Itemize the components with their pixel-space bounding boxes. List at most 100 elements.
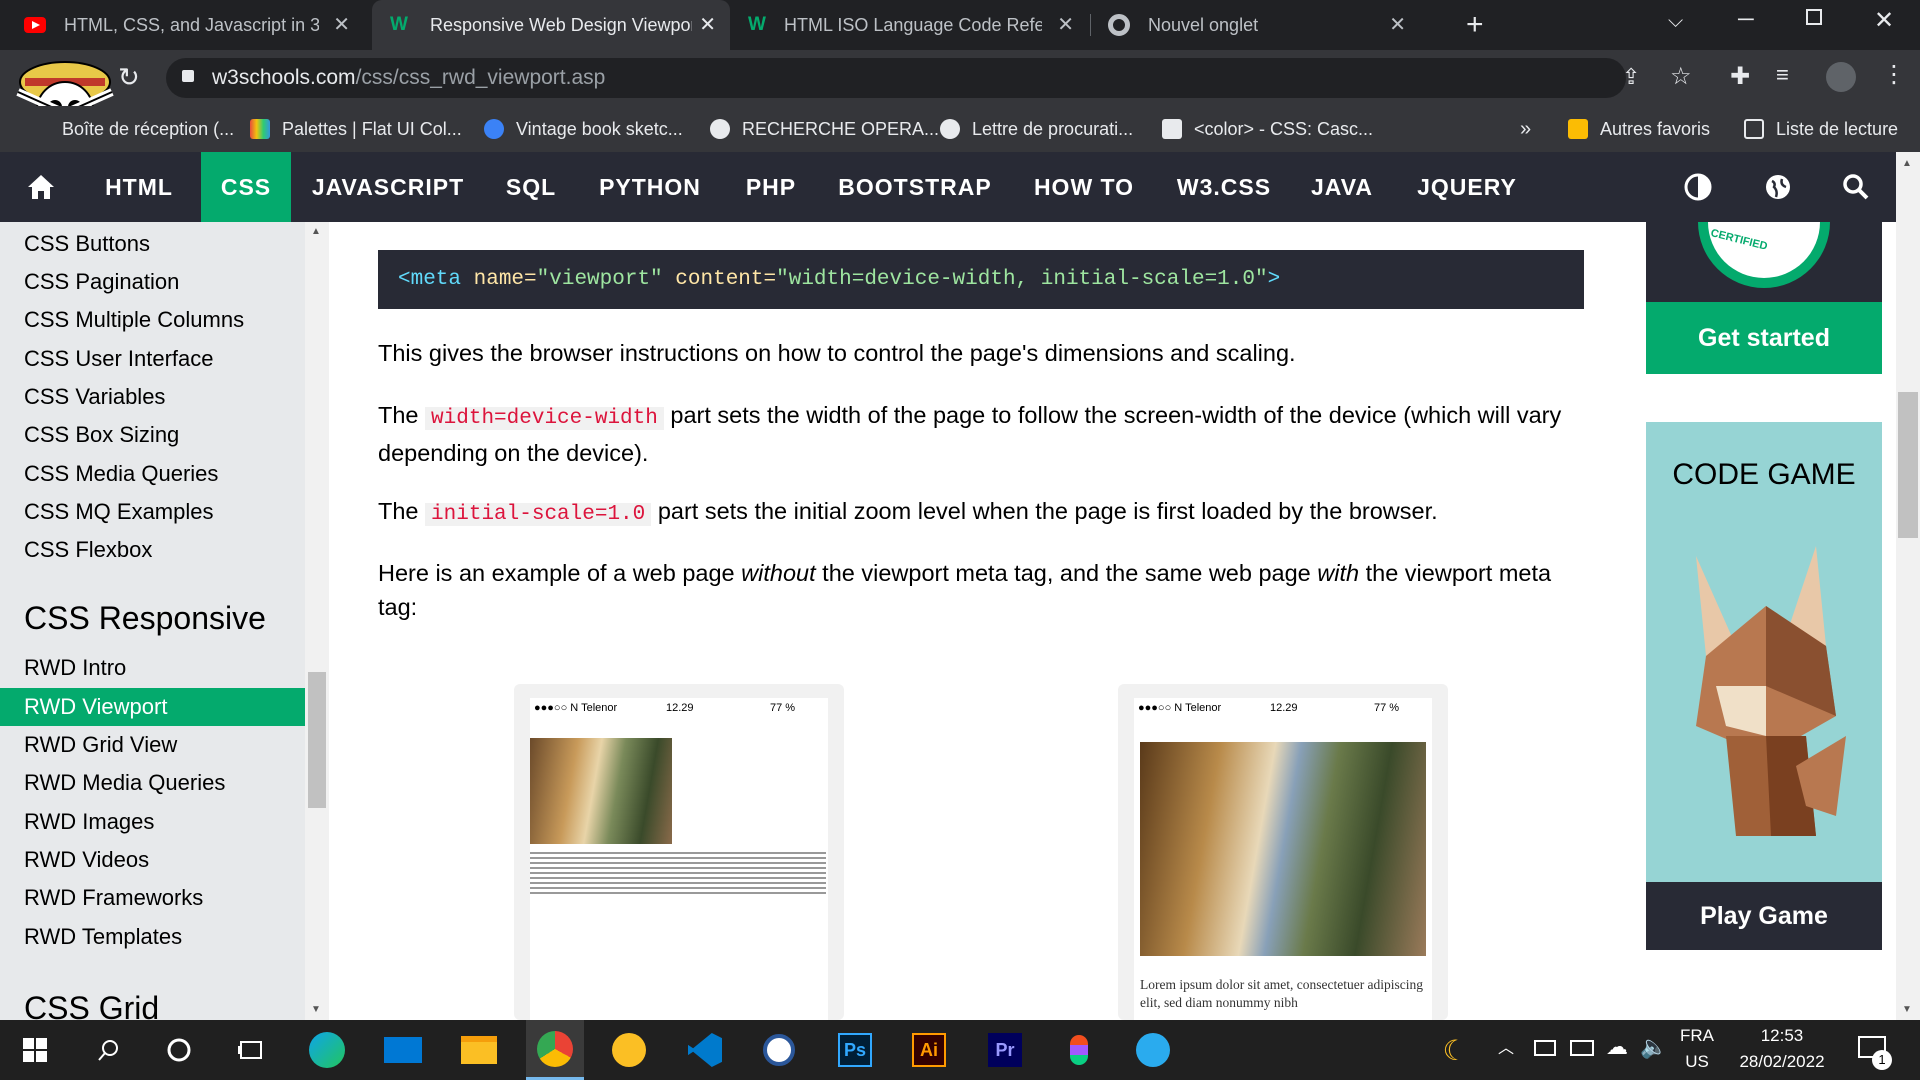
minimize-button[interactable]: ─ xyxy=(1738,6,1754,32)
night-light-icon[interactable]: ☾ xyxy=(1426,1020,1484,1080)
sidebar-item-rwd-videos[interactable]: RWD Videos xyxy=(0,841,305,879)
sidebar-scrollbar-thumb[interactable] xyxy=(308,672,326,808)
display-icon[interactable] xyxy=(1570,1040,1594,1056)
close-icon[interactable]: ✕ xyxy=(333,12,350,37)
nav-css[interactable]: CSS xyxy=(201,152,291,222)
media-control-icon[interactable]: ≡ xyxy=(1776,62,1789,88)
page-scrollbar-thumb[interactable] xyxy=(1898,392,1918,538)
tab-iso-codes[interactable]: W HTML ISO Language Code Refere ✕ xyxy=(740,0,1088,50)
tab-new[interactable]: Nouvel onglet ✕ xyxy=(1100,0,1420,50)
theme-toggle-icon[interactable] xyxy=(1672,152,1724,222)
network-icon[interactable]: ☁ xyxy=(1606,1034,1628,1060)
nav-python[interactable]: PYTHON xyxy=(586,152,714,222)
sidebar-item-css-box-sizing[interactable]: CSS Box Sizing xyxy=(0,416,305,454)
bookmark-gmail[interactable]: Boîte de réception (... xyxy=(62,106,234,152)
cortana-icon[interactable] xyxy=(150,1020,208,1080)
sidebar-item-css-buttons[interactable]: CSS Buttons xyxy=(0,225,305,263)
bookmark-vintage[interactable]: Vintage book sketc... xyxy=(484,106,683,152)
nav-bootstrap[interactable]: BOOTSTRAP xyxy=(828,152,1002,222)
bookmark-mdn-color[interactable]: <color> - CSS: Casc... xyxy=(1162,106,1373,152)
reading-list-button[interactable]: Liste de lecture xyxy=(1744,106,1898,152)
scroll-up-arrow-icon[interactable]: ▲ xyxy=(1902,158,1912,169)
scroll-down-arrow-icon[interactable]: ▼ xyxy=(1902,1004,1912,1015)
sidebar-item-css-user-interface[interactable]: CSS User Interface xyxy=(0,340,305,378)
sidebar-item-rwd-images[interactable]: RWD Images xyxy=(0,803,305,841)
profile-avatar[interactable] xyxy=(1826,62,1856,92)
file-explorer-icon[interactable] xyxy=(450,1020,508,1080)
tab-w3schools-viewport[interactable]: W Responsive Web Design Viewpor ✕ xyxy=(372,0,730,50)
illustrator-icon[interactable]: Ai xyxy=(900,1020,958,1080)
nav-sql[interactable]: SQL xyxy=(490,152,572,222)
sidebar-item-css-variables[interactable]: CSS Variables xyxy=(0,378,305,416)
norton-icon[interactable] xyxy=(600,1020,658,1080)
mail-icon[interactable] xyxy=(374,1020,432,1080)
bookmark-lettre[interactable]: Lettre de procurati... xyxy=(940,106,1133,152)
vscode-icon[interactable] xyxy=(676,1020,734,1080)
nav-howto[interactable]: HOW TO xyxy=(1022,152,1146,222)
extensions-icon[interactable]: ✚ xyxy=(1730,62,1750,91)
battery-icon[interactable] xyxy=(1534,1040,1556,1056)
bookmarks-overflow-button[interactable]: » xyxy=(1520,106,1531,152)
window-close-button[interactable]: ✕ xyxy=(1874,6,1894,35)
close-icon[interactable]: ✕ xyxy=(1057,12,1074,37)
other-bookmarks-folder[interactable]: Autres favoris xyxy=(1568,106,1710,152)
nav-w3css[interactable]: W3.CSS xyxy=(1166,152,1282,222)
sidebar-item-rwd-grid-view[interactable]: RWD Grid View xyxy=(0,726,305,764)
photoshop-icon[interactable]: Ps xyxy=(826,1020,884,1080)
chrome-taskbar-icon[interactable] xyxy=(526,1020,584,1080)
share-icon[interactable]: ⇪ xyxy=(1622,64,1640,90)
nav-jquery[interactable]: JQUERY xyxy=(1402,152,1532,222)
search-icon[interactable] xyxy=(80,1020,138,1080)
sidebar-item-rwd-templates[interactable]: RWD Templates xyxy=(0,918,305,956)
telegram-icon[interactable] xyxy=(1124,1020,1182,1080)
sidebar-scrollbar[interactable] xyxy=(305,222,329,1020)
sidebar-item-css-mq-examples[interactable]: CSS MQ Examples xyxy=(0,493,305,531)
scroll-down-arrow-icon[interactable]: ▼ xyxy=(311,1004,321,1015)
sidebar-item-css-pagination[interactable]: CSS Pagination xyxy=(0,263,305,301)
new-tab-button[interactable]: + xyxy=(1466,8,1484,42)
bookmark-label: RECHERCHE OPERA... xyxy=(742,118,940,139)
volume-icon[interactable]: 🔈 xyxy=(1640,1034,1667,1060)
figma-icon[interactable] xyxy=(1050,1020,1108,1080)
task-view-icon[interactable] xyxy=(222,1020,280,1080)
nav-javascript[interactable]: JAVASCRIPT xyxy=(300,152,476,222)
sidebar-item-css-media-queries[interactable]: CSS Media Queries xyxy=(0,455,305,493)
nav-html[interactable]: HTML xyxy=(84,152,194,222)
sidebar-item-rwd-intro[interactable]: RWD Intro xyxy=(0,649,305,687)
bookmark-flatui[interactable]: Palettes | Flat UI Col... xyxy=(250,106,462,152)
edge-icon[interactable] xyxy=(298,1020,356,1080)
sidebar-item-rwd-media-queries[interactable]: RWD Media Queries xyxy=(0,764,305,802)
premiere-icon[interactable]: Pr xyxy=(976,1020,1034,1080)
language-indicator[interactable]: FRA US xyxy=(1672,1026,1722,1072)
scroll-up-arrow-icon[interactable]: ▲ xyxy=(311,226,321,237)
get-started-button[interactable]: Get started xyxy=(1646,302,1882,374)
close-icon[interactable]: ✕ xyxy=(1389,12,1406,37)
url-text[interactable]: w3schools.com/css/css_rwd_viewport.asp xyxy=(212,66,605,90)
bookmark-recherche[interactable]: RECHERCHE OPERA... xyxy=(710,106,939,152)
sidebar-item-css-multiple-columns[interactable]: CSS Multiple Columns xyxy=(0,301,305,339)
clock[interactable]: 12:53 28/02/2022 xyxy=(1728,1026,1836,1072)
tab-youtube[interactable]: HTML, CSS, and Javascript in 30 m ✕ xyxy=(24,0,364,50)
menu-icon[interactable]: ⋮ xyxy=(1882,60,1906,89)
phone-carrier: ●●●○○ N Telenor xyxy=(1138,702,1222,714)
sidebar-item-rwd-viewport[interactable]: RWD Viewport xyxy=(0,688,305,726)
tab-search-button[interactable]: ⌵ xyxy=(1668,10,1683,33)
home-icon[interactable] xyxy=(14,152,68,222)
close-icon[interactable]: ✕ xyxy=(699,12,716,37)
certified-banner xyxy=(1646,222,1882,302)
star-icon[interactable]: ☆ xyxy=(1670,62,1692,91)
sidebar-item-css-flexbox[interactable]: CSS Flexbox xyxy=(0,531,305,569)
nav-php[interactable]: PHP xyxy=(728,152,814,222)
search-icon[interactable] xyxy=(1830,152,1882,222)
page-scrollbar[interactable] xyxy=(1896,152,1920,1020)
word-app-icon[interactable] xyxy=(750,1020,808,1080)
globe-icon[interactable] xyxy=(1752,152,1804,222)
sidebar-item-rwd-frameworks[interactable]: RWD Frameworks xyxy=(0,879,305,917)
chevron-up-icon[interactable]: ︿ xyxy=(1498,1034,1514,1058)
reload-icon[interactable]: ↻ xyxy=(118,62,140,93)
lock-icon[interactable] xyxy=(182,70,194,82)
windows-start-icon[interactable] xyxy=(6,1020,64,1080)
nav-java[interactable]: JAVA xyxy=(1300,152,1384,222)
restore-button[interactable] xyxy=(1806,9,1822,25)
play-game-button[interactable]: Play Game xyxy=(1646,882,1882,950)
